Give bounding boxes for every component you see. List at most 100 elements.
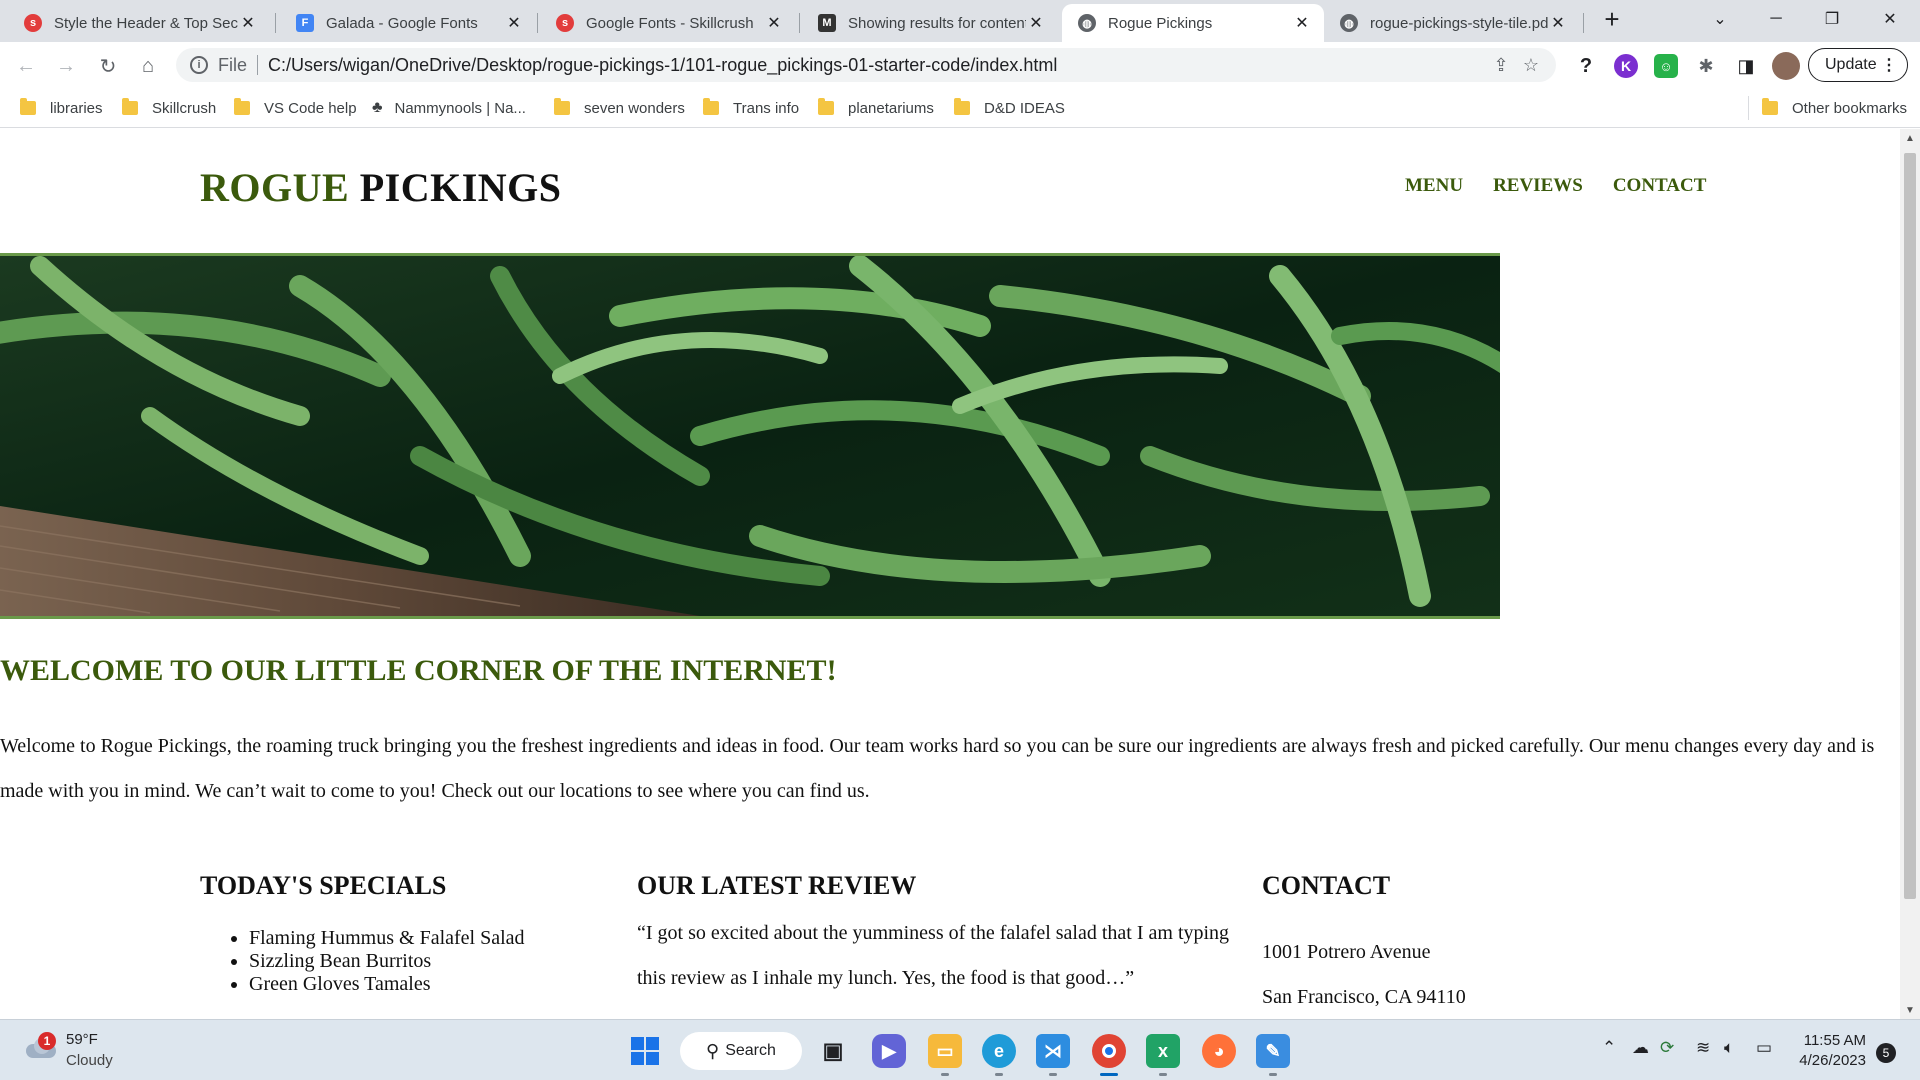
volume-icon[interactable]: 🔈︎ [1724,1038,1734,1058]
bookmark-label: D&D IDEAS [984,99,1065,117]
nav-menu-link[interactable]: MENU [1405,175,1463,197]
tab-style-tile-pdf[interactable]: ◍ rogue-pickings-style-tile.pd ✕ [1324,4,1580,42]
back-button[interactable]: ← [10,50,42,82]
side-panel-icon[interactable]: ◨ [1734,54,1758,78]
folder-icon [554,98,570,115]
info-icon[interactable]: i [190,56,208,74]
grammar-extension-icon[interactable]: ☺ [1654,54,1678,78]
k-extension-icon[interactable]: K [1614,54,1638,78]
more-menu-icon[interactable]: ⋮ [1881,55,1897,75]
close-icon[interactable]: ✕ [764,13,784,33]
review-quote: “I got so excited about the yumminess of… [637,922,1230,989]
tab-showing-results[interactable]: M Showing results for content ✕ [802,4,1058,42]
tab-rogue-pickings[interactable]: ◍ Rogue Pickings ✕ [1062,4,1324,42]
folder-icon [122,98,138,115]
notification-badge[interactable]: 5 [1876,1043,1896,1063]
address-bar[interactable]: i File C:/Users/wigan/OneDrive/Desktop/r… [176,48,1556,82]
taskbar-search[interactable]: ⚲ Search [680,1032,802,1070]
url-text[interactable]: C:/Users/wigan/OneDrive/Desktop/rogue-pi… [268,55,1486,76]
tab-title: Galada - Google Fonts [326,14,478,32]
share-icon[interactable]: ⇪ [1486,55,1516,76]
mdn-icon: M [818,14,836,32]
new-tab-button[interactable]: + [1584,0,1640,38]
scheme-label: File [218,54,248,75]
vscode-icon[interactable]: ⋊ [1036,1034,1070,1076]
bookmark-trans-info[interactable]: Trans info [703,96,799,120]
intro-paragraph: Welcome to Rogue Pickings, the roaming t… [0,735,1875,802]
close-icon[interactable]: ✕ [1292,13,1312,33]
weather-desc: Cloudy [66,1052,113,1069]
close-window-button[interactable]: ✕ [1862,0,1918,38]
sync-icon[interactable]: ⟳ [1660,1038,1674,1058]
cloud-icon[interactable]: 1 [22,1032,56,1060]
bookmark-label: Other bookmarks [1792,99,1908,117]
tab-google-fonts-skillcrush[interactable]: s Google Fonts - Skillcrush ✕ [540,4,796,42]
teams-chat-icon[interactable]: ▶ [872,1034,906,1068]
paint-icon[interactable]: ✎ [1256,1034,1290,1076]
restore-button[interactable]: ❐ [1804,0,1860,38]
google-fonts-icon: F [296,14,314,32]
scroll-up-arrow[interactable]: ▲ [1900,129,1920,147]
bookmark-libraries[interactable]: libraries [20,96,103,120]
firefox-icon[interactable]: ◕ [1202,1034,1236,1068]
brand-second-word: PICKINGS [359,165,562,210]
bookmark-star-icon[interactable]: ☆ [1516,55,1546,76]
chevron-up-icon[interactable]: ⌃ [1602,1038,1616,1058]
profile-avatar[interactable] [1772,52,1800,80]
close-icon[interactable]: ✕ [238,13,258,33]
page-scrollbar[interactable]: ▲ ▼ [1900,129,1920,1019]
chrome-icon[interactable] [1092,1034,1126,1076]
home-button[interactable]: ⌂ [132,50,164,82]
other-bookmarks[interactable]: Other bookmarks [1762,96,1907,120]
bookmark-label: Skillcrush [152,99,217,117]
search-label: Search [725,1042,776,1059]
close-icon[interactable]: ✕ [1548,13,1568,33]
specials-list: Flaming Hummus & Falafel Salad Sizzling … [249,927,525,996]
clock-time[interactable]: 11:55 AM [1796,1032,1866,1049]
edge-icon[interactable]: e [982,1034,1016,1076]
bookmark-nammynools[interactable]: ♣ Nammynools | Na... [372,96,526,120]
close-icon[interactable]: ✕ [504,13,524,33]
minimize-button[interactable]: ─ [1748,0,1804,38]
bookmark-label: Nammynools | Na... [394,99,526,117]
windows-start-icon[interactable] [628,1034,662,1068]
nammynools-icon: ♣ [372,99,383,116]
nav-reviews-link[interactable]: REVIEWS [1493,175,1583,197]
bookmark-label: planetariums [848,99,934,117]
forward-button[interactable]: → [50,50,82,82]
bookmark-label: Trans info [733,99,800,117]
contact-heading: CONTACT [1262,871,1391,900]
specials-heading: TODAY'S SPECIALS [200,871,447,900]
windows-taskbar: 1 59°F Cloudy ⚲ Search ▣ ▶ ▭ e ⋊ x ◕ ✎ ⌃… [0,1019,1920,1080]
bookmark-vscode-help[interactable]: VS Code help [234,96,357,120]
bookmark-seven-wonders[interactable]: seven wonders [554,96,685,120]
excel-icon[interactable]: x [1146,1034,1180,1076]
reload-button[interactable]: ↻ [92,50,124,82]
list-item: Flaming Hummus & Falafel Salad [249,927,525,950]
review-heading: OUR LATEST REVIEW [637,871,917,900]
bookmark-label: seven wonders [584,99,685,117]
wifi-icon[interactable]: ≋ [1696,1038,1710,1058]
tab-style-header[interactable]: s Style the Header & Top Sec ✕ [8,4,270,42]
update-button[interactable]: Update ⋮ [1808,48,1908,82]
weather-alert-badge: 1 [38,1032,56,1050]
puzzle-extensions-icon[interactable]: ✱ [1694,54,1718,78]
close-icon[interactable]: ✕ [1026,13,1046,33]
task-view-icon[interactable]: ▣ [816,1034,850,1068]
scroll-thumb[interactable] [1904,153,1916,899]
nav-contact-link[interactable]: CONTACT [1613,175,1707,197]
chevron-down-icon[interactable]: ⌄ [1692,0,1748,38]
battery-icon[interactable]: ▭ [1756,1038,1772,1058]
onedrive-icon[interactable]: ☁ [1632,1038,1649,1058]
bookmark-planetariums[interactable]: planetariums [818,96,934,120]
clock-date[interactable]: 4/26/2023 [1794,1052,1866,1069]
file-explorer-icon[interactable]: ▭ [928,1034,962,1076]
tab-title: Style the Header & Top Sec [54,14,238,32]
bookmark-dnd-ideas[interactable]: D&D IDEAS [954,96,1065,120]
bookmark-label: VS Code help [264,99,357,117]
help-extension-icon[interactable]: ? [1574,54,1598,78]
folder-icon [818,98,834,115]
bookmark-skillcrush[interactable]: Skillcrush [122,96,216,120]
tab-galada[interactable]: F Galada - Google Fonts ✕ [280,4,536,42]
scroll-down-arrow[interactable]: ▼ [1900,1001,1920,1019]
